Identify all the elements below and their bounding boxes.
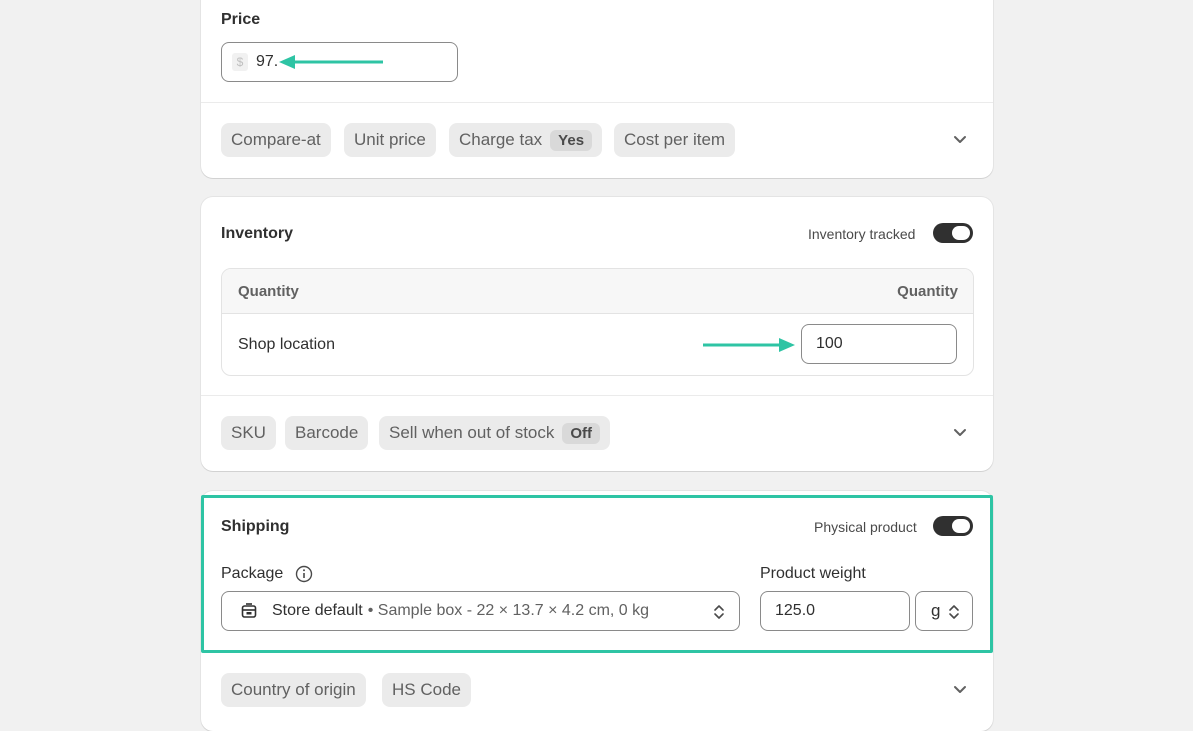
location-name: Shop location (238, 336, 335, 353)
chip-unit-price[interactable]: Unit price (344, 123, 436, 157)
inventory-title: Inventory (221, 225, 294, 242)
chip-country-of-origin[interactable]: Country of origin (221, 673, 366, 707)
sell-out-of-stock-badge: Off (562, 422, 601, 444)
quantity-header-right: Quantity (897, 283, 958, 300)
inventory-tracked-label: Inventory tracked (808, 226, 916, 242)
price-card: Price $ 97. Compare-at Unit price Charge… (201, 0, 993, 178)
chip-barcode[interactable]: Barcode (285, 416, 369, 450)
shipping-card: Shipping Physical product Package Store … (201, 491, 993, 731)
price-divider (201, 102, 993, 103)
chevron-down-icon[interactable] (950, 422, 970, 442)
chevron-down-icon[interactable] (950, 679, 970, 699)
weight-unit-value: g (931, 601, 941, 620)
chip-sku[interactable]: SKU (221, 416, 276, 450)
quantity-input[interactable]: 100 (801, 324, 957, 364)
chip-charge-tax[interactable]: Charge tax Yes (449, 123, 603, 157)
physical-product-toggle[interactable] (933, 516, 973, 536)
info-icon[interactable] (295, 565, 313, 583)
product-weight-input[interactable]: 125.0 (760, 591, 910, 631)
package-detail-text: • Sample box - 22 × 13.7 × 4.2 cm, 0 kg (367, 602, 650, 619)
weight-unit-select[interactable]: g (915, 591, 973, 631)
shipping-title: Shipping (221, 518, 290, 535)
highlight-arrow-left (279, 55, 383, 69)
inventory-tracked-toggle[interactable] (933, 223, 973, 243)
product-weight-value: 125.0 (775, 602, 816, 619)
inventory-card: Inventory Inventory tracked Quantity Qua… (201, 197, 993, 471)
chip-sell-out-of-stock[interactable]: Sell when out of stock Off (379, 416, 611, 450)
package-default-text: Store default (272, 602, 363, 619)
quantity-value: 100 (816, 335, 843, 352)
quantity-table: Quantity Quantity Shop location 100 (221, 268, 974, 376)
product-weight-label: Product weight (760, 565, 866, 582)
highlight-arrow-right (703, 338, 795, 352)
chip-hs-code[interactable]: HS Code (382, 673, 471, 707)
price-value: 97. (256, 53, 279, 70)
physical-product-label: Physical product (814, 519, 917, 535)
quantity-table-header: Quantity Quantity (222, 269, 973, 314)
charge-tax-badge: Yes (550, 129, 593, 151)
select-arrows-icon (949, 605, 959, 619)
chevron-down-icon[interactable] (950, 129, 970, 149)
select-arrows-icon (714, 605, 724, 619)
chip-cost-per-item[interactable]: Cost per item (614, 123, 736, 157)
inventory-divider (201, 395, 993, 396)
quantity-header-left: Quantity (238, 283, 299, 300)
price-label: Price (221, 11, 261, 28)
package-select[interactable]: Store default • Sample box - 22 × 13.7 ×… (221, 591, 740, 631)
currency-symbol: $ (232, 53, 248, 71)
package-box-icon (241, 603, 257, 618)
chip-compare-at[interactable]: Compare-at (221, 123, 331, 157)
package-label: Package (221, 565, 284, 582)
